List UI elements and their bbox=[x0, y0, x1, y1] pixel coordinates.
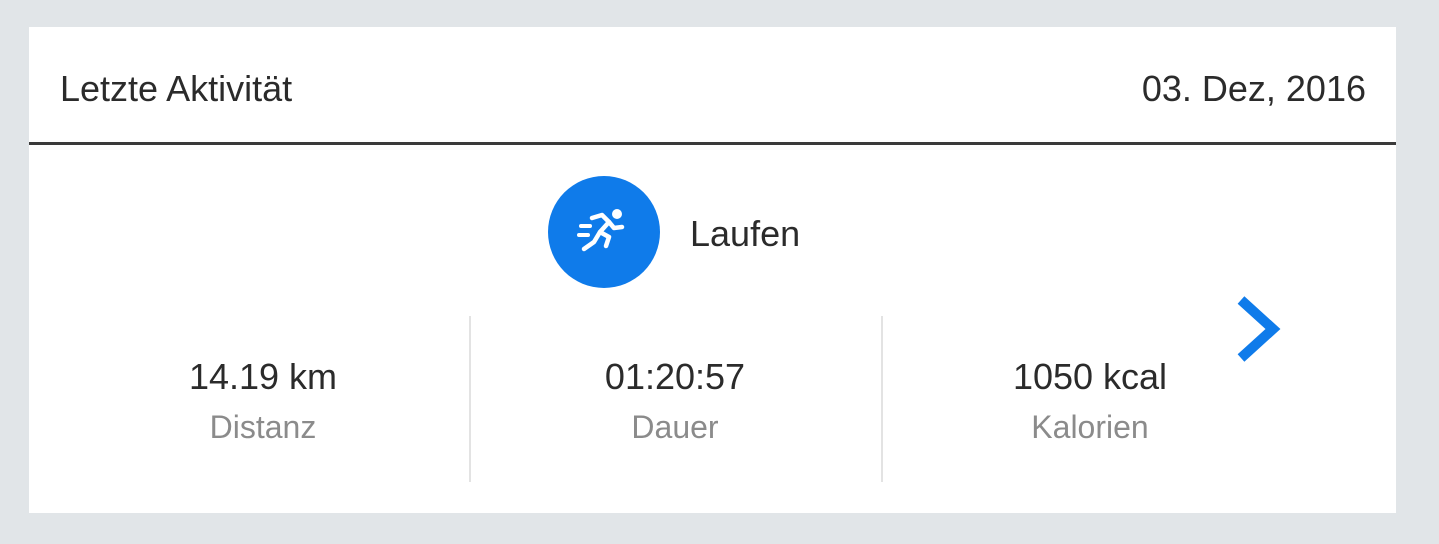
stat-distance: 14.19 km Distanz bbox=[113, 356, 413, 446]
stat-label: Distanz bbox=[209, 409, 317, 445]
stat-value: 14.19 km bbox=[188, 356, 338, 397]
divider bbox=[881, 316, 883, 482]
stat-duration: 01:20:57 Dauer bbox=[525, 356, 825, 446]
activity-date: 03. Dez, 2016 bbox=[1141, 68, 1366, 109]
running-icon bbox=[548, 176, 660, 288]
stat-value: 1050 kcal bbox=[1012, 356, 1168, 397]
divider bbox=[469, 316, 471, 482]
stat-calories: 1050 kcal Kalorien bbox=[940, 356, 1240, 446]
stat-label: Dauer bbox=[631, 409, 719, 445]
chevron-right-icon[interactable] bbox=[1229, 294, 1289, 364]
last-activity-card[interactable]: Letzte Aktivität 03. Dez, 2016 Laufen 14… bbox=[29, 27, 1396, 513]
stat-label: Kalorien bbox=[1031, 409, 1149, 445]
card-title: Letzte Aktivität bbox=[60, 68, 293, 109]
activity-label: Laufen bbox=[690, 213, 801, 254]
stat-value: 01:20:57 bbox=[604, 356, 746, 397]
card-header: Letzte Aktivität 03. Dez, 2016 bbox=[29, 27, 1396, 145]
